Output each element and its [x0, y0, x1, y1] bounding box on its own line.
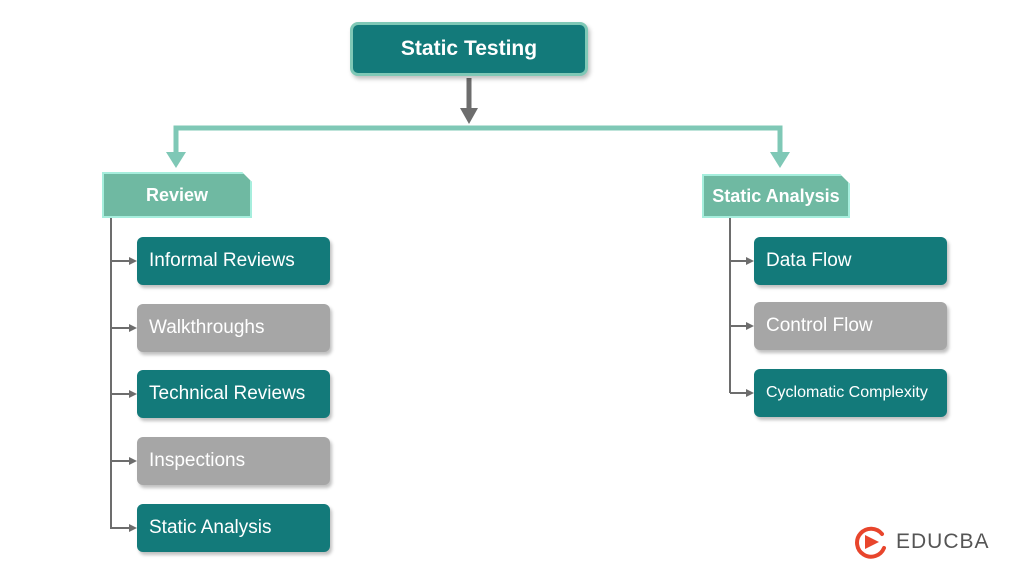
node-static-analysis: Static Analysis — [137, 504, 330, 552]
root-node: Static Testing — [350, 22, 588, 76]
category-static-analysis: Static Analysis — [702, 174, 850, 218]
tick-arrow-icon — [746, 257, 754, 265]
category-review: Review — [102, 172, 252, 218]
tick-arrow-icon — [129, 390, 137, 398]
tick-arrow-icon — [129, 257, 137, 265]
right-branch-arrow — [770, 152, 790, 168]
tick-arrow-icon — [129, 524, 137, 532]
node-data-flow: Data Flow — [754, 237, 947, 285]
connectors — [110, 78, 790, 532]
node-informal-reviews: Informal Reviews — [137, 237, 330, 285]
tick-arrow-icon — [746, 389, 754, 397]
tick-arrow-icon — [129, 457, 137, 465]
branch-bar — [173, 125, 783, 158]
node-walkthroughs: Walkthroughs — [137, 304, 330, 352]
tick-arrow-icon — [746, 322, 754, 330]
node-cyclomatic-complexity: Cyclomatic Complexity — [754, 369, 947, 417]
node-technical-reviews: Technical Reviews — [137, 370, 330, 418]
root-arrow-head — [460, 108, 478, 124]
educba-logo: EDUCBA — [852, 524, 990, 560]
left-branch-arrow — [166, 152, 186, 168]
node-control-flow: Control Flow — [754, 302, 947, 350]
tick-arrow-icon — [129, 324, 137, 332]
educba-logo-icon — [855, 526, 886, 559]
educba-logo-text: EDUCBA — [896, 530, 990, 553]
node-inspections: Inspections — [137, 437, 330, 485]
